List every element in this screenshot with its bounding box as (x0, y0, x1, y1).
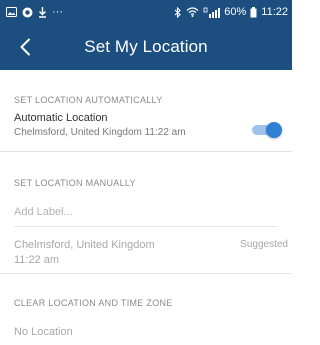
bluetooth-icon (174, 6, 182, 18)
automatic-location-toggle[interactable] (250, 122, 282, 138)
toggle-thumb (266, 122, 282, 138)
main-content: SET LOCATION AUTOMATICALLY Automatic Loc… (0, 70, 292, 344)
wifi-icon (186, 7, 199, 17)
suggested-location-row[interactable]: Chelmsford, United Kingdom 11:22 am Sugg… (0, 227, 292, 274)
status-left: ··· (6, 6, 63, 18)
status-dots: ··· (52, 6, 63, 18)
battery-percentage: 60% (224, 6, 247, 18)
status-time: 11:22 (261, 6, 288, 18)
download-icon (38, 6, 47, 18)
section-header-clear: CLEAR LOCATION AND TIME ZONE (14, 298, 173, 308)
automatic-location-row[interactable]: Automatic Location Chelmsford, United Ki… (0, 104, 292, 152)
automatic-location-title: Automatic Location (14, 112, 108, 124)
section-header-auto: SET LOCATION AUTOMATICALLY (14, 95, 163, 105)
status-right: 60% 11:22 (174, 6, 288, 18)
image-icon (6, 7, 17, 17)
automatic-location-subtitle: Chelmsford, United Kingdom 11:22 am (14, 127, 186, 138)
page-title: Set My Location (84, 37, 208, 56)
battery-icon (250, 6, 257, 18)
app-bar: Set My Location (0, 24, 292, 70)
suggested-location-name: Chelmsford, United Kingdom (14, 239, 155, 251)
section-header-manual: SET LOCATION MANUALLY (14, 178, 136, 188)
whatsapp-icon (22, 7, 33, 18)
add-label-input[interactable] (14, 205, 278, 227)
4g-signal-icon (203, 7, 221, 18)
suggested-location-time: 11:22 am (14, 254, 60, 266)
status-bar: ··· 60% 11:22 (0, 0, 292, 24)
no-location-option[interactable]: No Location (0, 314, 292, 344)
suggested-badge: Suggested (240, 239, 288, 250)
